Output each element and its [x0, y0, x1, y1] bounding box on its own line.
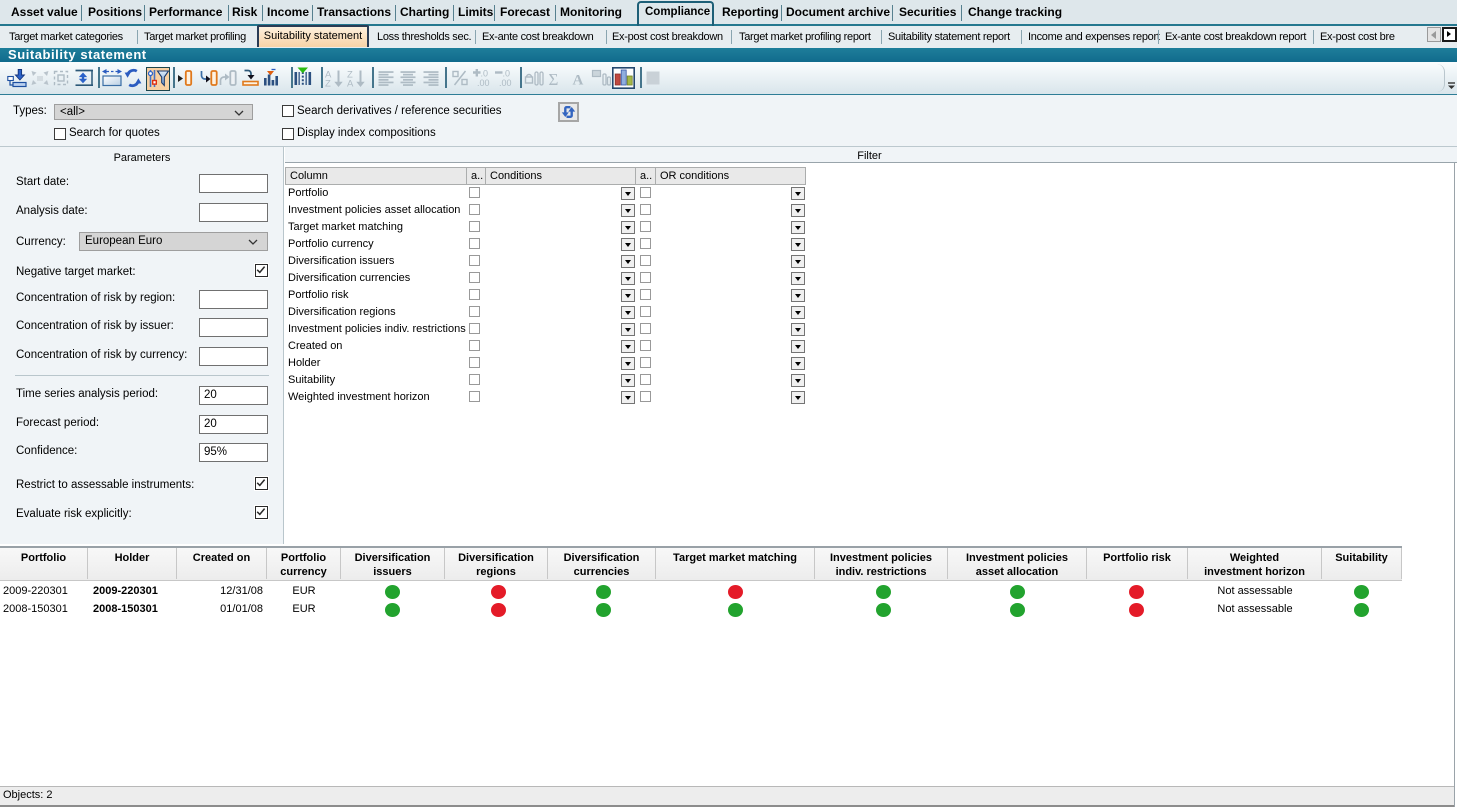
svg-text:A: A [347, 79, 354, 89]
svg-text:Z: Z [325, 79, 331, 89]
svg-text:.0: .0 [481, 69, 489, 79]
svg-text:.00: .00 [499, 78, 512, 88]
svg-text:.00: .00 [477, 78, 490, 88]
svg-text:.0: .0 [503, 69, 511, 79]
svg-text:Σ: Σ [549, 70, 559, 88]
svg-text:A: A [573, 73, 584, 89]
